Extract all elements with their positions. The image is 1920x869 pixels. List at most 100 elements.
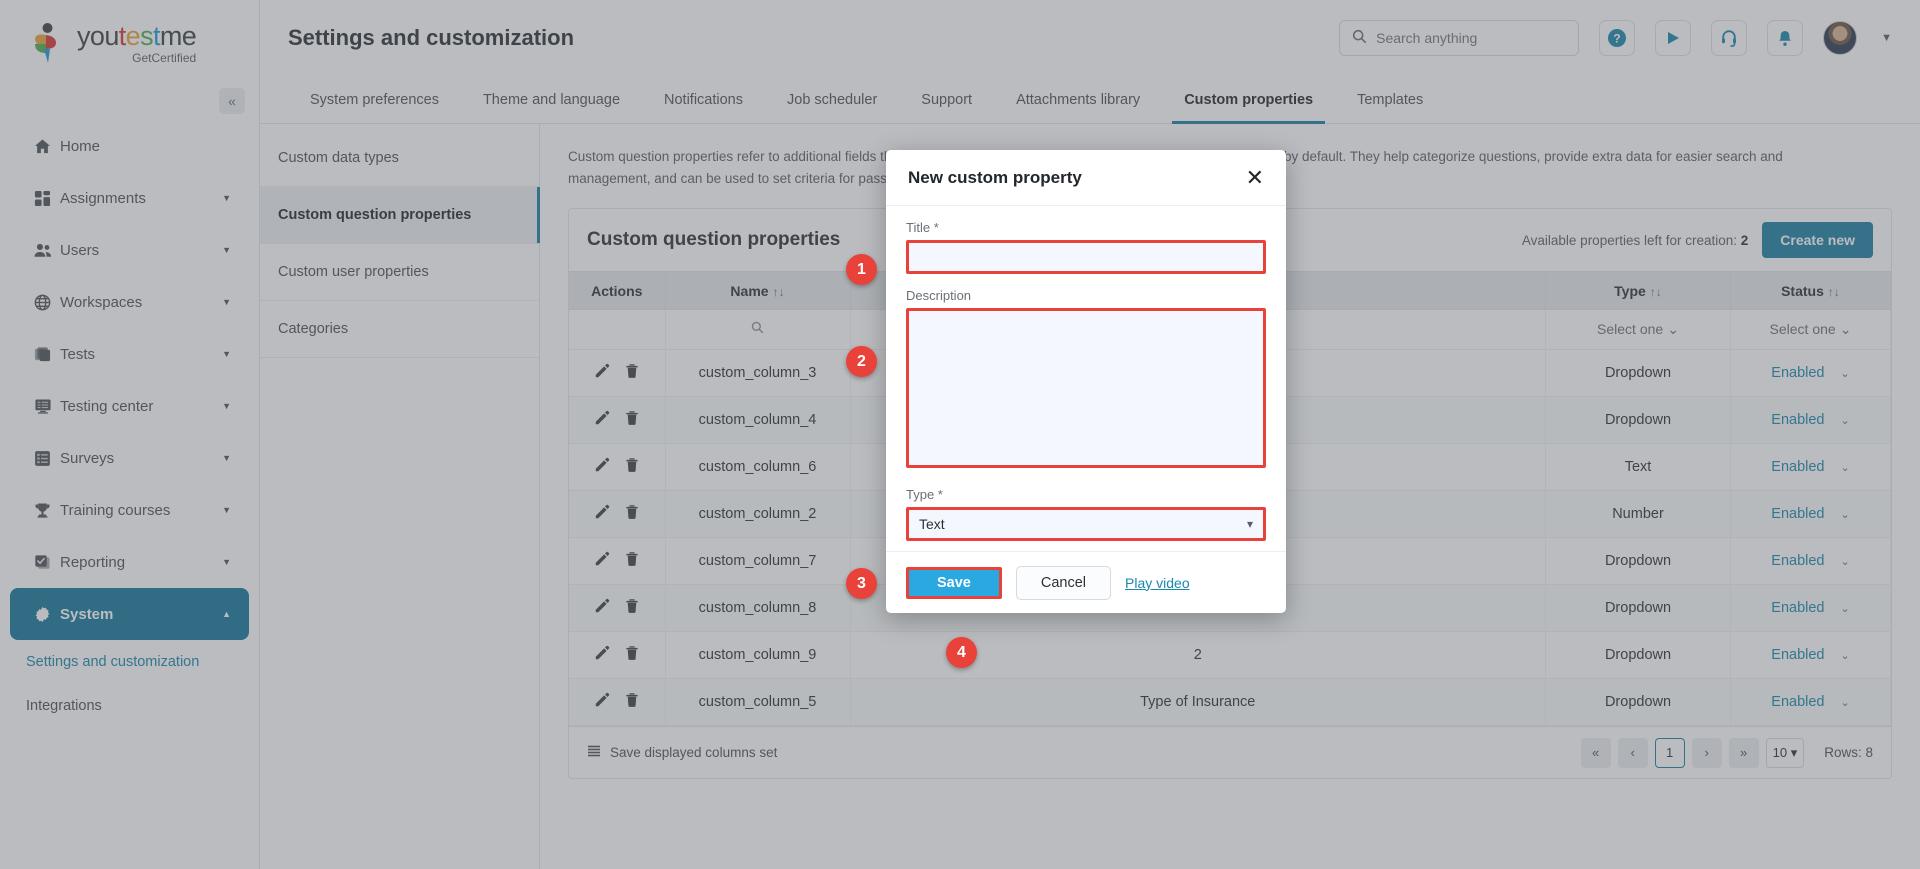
column-header-status[interactable]: Status ↑↓ (1730, 271, 1891, 310)
chevron-up-icon[interactable]: ▲ (222, 609, 231, 619)
tab-notifications[interactable]: Notifications (642, 76, 765, 123)
search-input[interactable] (1376, 30, 1567, 46)
chevron-down-icon[interactable]: ⌄ (1841, 603, 1850, 615)
sidebar-item-training-courses[interactable]: Training courses ▼ (10, 484, 249, 536)
sort-icon[interactable]: ↑↓ (1650, 285, 1662, 299)
side-menu-item-custom-data-types[interactable]: Custom data types (260, 130, 539, 187)
column-header-type[interactable]: Type ↑↓ (1545, 271, 1731, 310)
side-menu-item-custom-question-properties[interactable]: Custom question properties (260, 187, 540, 244)
delete-icon[interactable] (624, 692, 640, 712)
side-menu-item-categories[interactable]: Categories (260, 301, 539, 358)
brand-logo[interactable]: youtestme GetCertified (0, 0, 259, 86)
cancel-button[interactable]: Cancel (1015, 565, 1112, 600)
sidebar-item-users[interactable]: Users ▼ (10, 224, 249, 276)
last-page-button[interactable]: » (1728, 737, 1759, 768)
search-icon[interactable] (751, 321, 764, 337)
sort-icon[interactable]: ↑↓ (1828, 285, 1840, 299)
save-displayed-columns-button[interactable]: Save displayed columns set (587, 744, 777, 761)
status-badge[interactable]: Enabled (1771, 365, 1824, 381)
status-badge[interactable]: Enabled (1771, 412, 1824, 428)
chevron-down-icon[interactable]: ▼ (222, 505, 231, 515)
delete-icon[interactable] (624, 598, 640, 618)
sidebar-item-home[interactable]: Home (10, 120, 249, 172)
chevron-down-icon[interactable]: ▼ (222, 453, 231, 463)
chevron-down-icon[interactable]: ▼ (222, 401, 231, 411)
next-page-button[interactable]: › (1691, 737, 1722, 768)
status-filter-value[interactable]: Select one (1770, 321, 1836, 337)
status-badge[interactable]: Enabled (1771, 459, 1824, 475)
chevron-down-icon[interactable]: ▼ (222, 245, 231, 255)
edit-icon[interactable] (594, 363, 610, 383)
delete-icon[interactable] (624, 363, 640, 383)
status-badge[interactable]: Enabled (1771, 553, 1824, 569)
sidebar-subitem-integrations[interactable]: Integrations (0, 684, 259, 728)
delete-icon[interactable] (624, 645, 640, 665)
sidebar-item-tests[interactable]: Tests ▼ (10, 328, 249, 380)
status-badge[interactable]: Enabled (1771, 600, 1824, 616)
side-menu-item-custom-user-properties[interactable]: Custom user properties (260, 244, 539, 301)
global-search[interactable] (1339, 20, 1580, 56)
delete-icon[interactable] (624, 504, 640, 524)
sidebar-item-assignments[interactable]: Assignments ▼ (10, 172, 249, 224)
edit-icon[interactable] (594, 645, 610, 665)
title-input[interactable] (906, 240, 1266, 274)
dialog-play-video-link[interactable]: Play video (1125, 575, 1190, 591)
type-select[interactable]: Text ▾ (906, 507, 1266, 541)
tab-theme-and-language[interactable]: Theme and language (461, 76, 642, 123)
support-headset-icon[interactable] (1711, 20, 1748, 56)
tab-system-preferences[interactable]: System preferences (288, 76, 461, 123)
chevron-down-icon[interactable]: ▼ (222, 349, 231, 359)
sidebar-collapse-icon[interactable]: « (219, 88, 245, 114)
tab-support[interactable]: Support (899, 76, 994, 123)
tab-attachments-library[interactable]: Attachments library (994, 76, 1162, 123)
chevron-down-icon[interactable]: ▼ (222, 297, 231, 307)
edit-icon[interactable] (594, 598, 610, 618)
edit-icon[interactable] (594, 692, 610, 712)
sidebar-item-workspaces[interactable]: Workspaces ▼ (10, 276, 249, 328)
sidebar-subitem-settings-and-customization[interactable]: Settings and customization (0, 640, 259, 684)
chevron-down-icon[interactable]: ⌄ (1841, 650, 1850, 662)
chevron-down-icon[interactable]: ⌄ (1841, 368, 1850, 380)
sort-icon[interactable]: ↑↓ (773, 285, 785, 299)
chevron-down-icon[interactable]: ⌄ (1840, 321, 1852, 337)
chevron-down-icon[interactable]: ▼ (222, 193, 231, 203)
create-new-button[interactable]: Create new (1762, 222, 1873, 258)
chevron-down-icon[interactable]: ⌄ (1667, 321, 1679, 337)
tab-job-scheduler[interactable]: Job scheduler (765, 76, 899, 123)
tab-custom-properties[interactable]: Custom properties (1162, 76, 1335, 124)
page-number-button[interactable]: 1 (1654, 737, 1685, 768)
delete-icon[interactable] (624, 410, 640, 430)
status-badge[interactable]: Enabled (1771, 694, 1824, 710)
chevron-down-icon[interactable]: ⌄ (1841, 556, 1850, 568)
edit-icon[interactable] (594, 504, 610, 524)
filter-name-cell[interactable] (665, 309, 851, 350)
sidebar-item-testing-center[interactable]: Testing center ▼ (10, 380, 249, 432)
filter-status-cell[interactable]: Select one ⌄ (1730, 309, 1891, 350)
page-size-selector[interactable]: 10 ▾ (1765, 737, 1805, 768)
delete-icon[interactable] (624, 457, 640, 477)
help-icon[interactable]: ? (1599, 20, 1636, 56)
chevron-down-icon[interactable]: ⌄ (1841, 415, 1850, 427)
chevron-down-icon[interactable]: ⌄ (1841, 462, 1850, 474)
save-button[interactable]: Save (906, 566, 1002, 599)
sidebar-item-surveys[interactable]: Surveys ▼ (10, 432, 249, 484)
delete-icon[interactable] (624, 551, 640, 571)
sidebar-item-reporting[interactable]: Reporting ▼ (10, 536, 249, 588)
notifications-bell-icon[interactable] (1767, 20, 1804, 56)
status-badge[interactable]: Enabled (1771, 647, 1824, 663)
status-badge[interactable]: Enabled (1771, 506, 1824, 522)
chevron-down-icon[interactable]: ⌄ (1841, 509, 1850, 521)
edit-icon[interactable] (594, 410, 610, 430)
tab-templates[interactable]: Templates (1335, 76, 1445, 123)
avatar[interactable] (1823, 21, 1858, 55)
chevron-down-icon[interactable]: ▼ (222, 557, 231, 567)
edit-icon[interactable] (594, 457, 610, 477)
filter-type-cell[interactable]: Select one ⌄ (1545, 309, 1731, 350)
column-header-name[interactable]: Name ↑↓ (665, 271, 851, 310)
sidebar-item-system[interactable]: System ▲ (10, 588, 249, 640)
edit-icon[interactable] (594, 551, 610, 571)
close-icon[interactable]: ✕ (1246, 166, 1264, 189)
type-filter-value[interactable]: Select one (1597, 321, 1663, 337)
description-textarea[interactable] (906, 308, 1266, 468)
first-page-button[interactable]: « (1580, 737, 1611, 768)
